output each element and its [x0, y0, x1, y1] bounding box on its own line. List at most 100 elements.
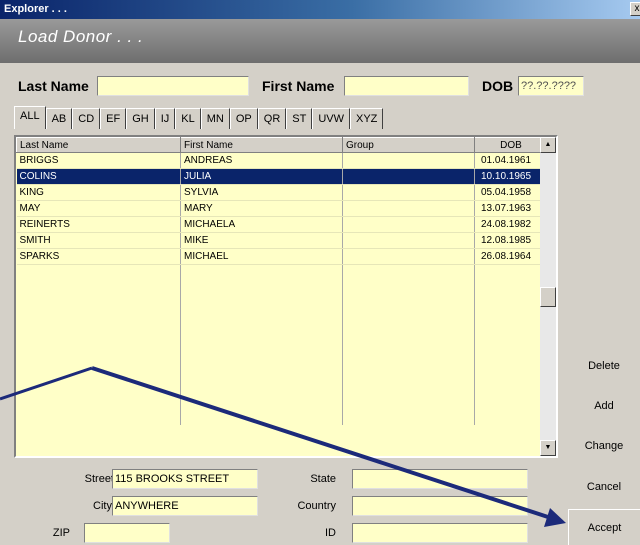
street-field[interactable]: 115 BROOKS STREET	[112, 469, 258, 489]
dob-search-input[interactable]: ??.??.????	[518, 76, 584, 96]
window-title: Explorer . . .	[4, 3, 67, 15]
empty-cell	[474, 280, 545, 297]
empty-cell	[474, 376, 545, 393]
empty-cell	[16, 280, 181, 297]
empty-cell	[16, 264, 181, 281]
empty-cell	[474, 264, 545, 281]
last-name-label: Last Name	[18, 78, 89, 94]
empty-cell	[342, 360, 475, 377]
empty-cell	[16, 376, 181, 393]
change-button[interactable]: Change	[568, 431, 640, 461]
scroll-down-arrow-icon[interactable]: ▼	[540, 440, 556, 456]
empty-cell	[180, 296, 343, 313]
table-row[interactable]: MAY MARY 13.07.1963	[16, 200, 545, 217]
column-header-last-name[interactable]: Last Name	[16, 137, 181, 153]
first-name-label: First Name	[262, 78, 335, 94]
country-field[interactable]	[352, 496, 528, 516]
table-row[interactable]: REINERTS MICHAELA 24.08.1982	[16, 216, 545, 233]
tab-op[interactable]: OP	[229, 108, 258, 129]
column-header-dob[interactable]: DOB	[474, 137, 545, 153]
empty-table-row	[16, 392, 545, 409]
empty-table-row	[16, 296, 545, 313]
page-header: Load Donor . . .	[0, 19, 640, 63]
tab-st[interactable]: ST	[286, 108, 313, 129]
column-header-first-name[interactable]: First Name	[180, 137, 343, 153]
cell-last-name: COLINS	[16, 168, 181, 185]
empty-cell	[474, 392, 545, 409]
empty-cell	[16, 328, 181, 345]
delete-button[interactable]: Delete	[568, 351, 640, 381]
empty-table-row	[16, 312, 545, 329]
tab-gh[interactable]: GH	[126, 108, 155, 129]
empty-table-row	[16, 280, 545, 297]
cancel-button[interactable]: Cancel	[568, 472, 640, 502]
add-button[interactable]: Add	[568, 391, 640, 421]
tab-xyz[interactable]: XYZ	[350, 108, 384, 129]
cell-group	[342, 216, 475, 233]
table-row[interactable]: SPARKS MICHAEL 26.08.1964	[16, 248, 545, 265]
window-title-bar: Explorer . . . x	[0, 0, 640, 19]
accept-button[interactable]: Accept	[568, 509, 640, 545]
cell-group	[342, 168, 475, 185]
cell-dob: 24.08.1982	[474, 216, 545, 233]
state-field[interactable]	[352, 469, 528, 489]
empty-cell	[342, 280, 475, 297]
empty-cell	[180, 328, 343, 345]
last-name-search-input[interactable]	[97, 76, 249, 96]
tab-kl[interactable]: KL	[175, 108, 201, 129]
tab-ab[interactable]: AB	[45, 108, 73, 129]
city-label: City	[93, 500, 112, 512]
cell-dob: 01.04.1961	[474, 152, 545, 169]
empty-cell	[342, 296, 475, 313]
street-label: Street	[84, 473, 114, 485]
empty-cell	[16, 360, 181, 377]
empty-cell	[180, 344, 343, 361]
empty-cell	[342, 344, 475, 361]
empty-cell	[342, 392, 475, 409]
column-header-group[interactable]: Group	[342, 137, 475, 153]
tab-mn[interactable]: MN	[200, 108, 230, 129]
cell-group	[342, 248, 475, 265]
zip-field[interactable]	[84, 523, 170, 543]
empty-cell	[16, 312, 181, 329]
cell-group	[342, 232, 475, 249]
scroll-up-arrow-icon[interactable]: ▲	[540, 137, 556, 153]
empty-cell	[474, 360, 545, 377]
table-row[interactable]: SMITH MIKE 12.08.1985	[16, 232, 545, 249]
empty-table-row	[16, 328, 545, 345]
cell-group	[342, 184, 475, 201]
address-panel: Street 115 BROOKS STREET City ANYWHERE Z…	[14, 461, 558, 545]
cell-last-name: REINERTS	[16, 216, 181, 233]
id-label: ID	[325, 527, 336, 539]
city-field[interactable]: ANYWHERE	[112, 496, 258, 516]
cell-last-name: SPARKS	[16, 248, 181, 265]
tab-ij[interactable]: IJ	[154, 108, 176, 129]
cell-first-name: MIKE	[180, 232, 343, 249]
close-icon[interactable]: x	[630, 2, 640, 16]
cell-dob: 26.08.1964	[474, 248, 545, 265]
empty-cell	[342, 408, 475, 425]
table-scrollbar[interactable]: ▲ ▼	[540, 137, 556, 456]
cell-last-name: BRIGGS	[16, 152, 181, 169]
country-label: Country	[297, 500, 336, 512]
empty-cell	[180, 392, 343, 409]
table-row[interactable]: COLINS JULIA 10.10.1965	[16, 168, 545, 185]
empty-cell	[474, 344, 545, 361]
empty-cell	[342, 312, 475, 329]
tab-uvw[interactable]: UVW	[312, 108, 350, 129]
tab-qr[interactable]: QR	[257, 108, 287, 129]
tab-cd[interactable]: CD	[72, 108, 101, 129]
tab-all[interactable]: ALL	[14, 106, 46, 129]
table-row[interactable]: KING SYLVIA 05.04.1958	[16, 184, 545, 201]
empty-table-row	[16, 360, 545, 377]
empty-cell	[16, 296, 181, 313]
table-row[interactable]: BRIGGS ANDREAS 01.04.1961	[16, 152, 545, 169]
empty-table-row	[16, 344, 545, 361]
cell-dob: 13.07.1963	[474, 200, 545, 217]
scrollbar-thumb[interactable]	[540, 287, 556, 307]
empty-cell	[474, 328, 545, 345]
id-field[interactable]	[352, 523, 528, 543]
tab-ef[interactable]: EF	[100, 108, 127, 129]
cell-last-name: SMITH	[16, 232, 181, 249]
first-name-search-input[interactable]	[344, 76, 469, 96]
